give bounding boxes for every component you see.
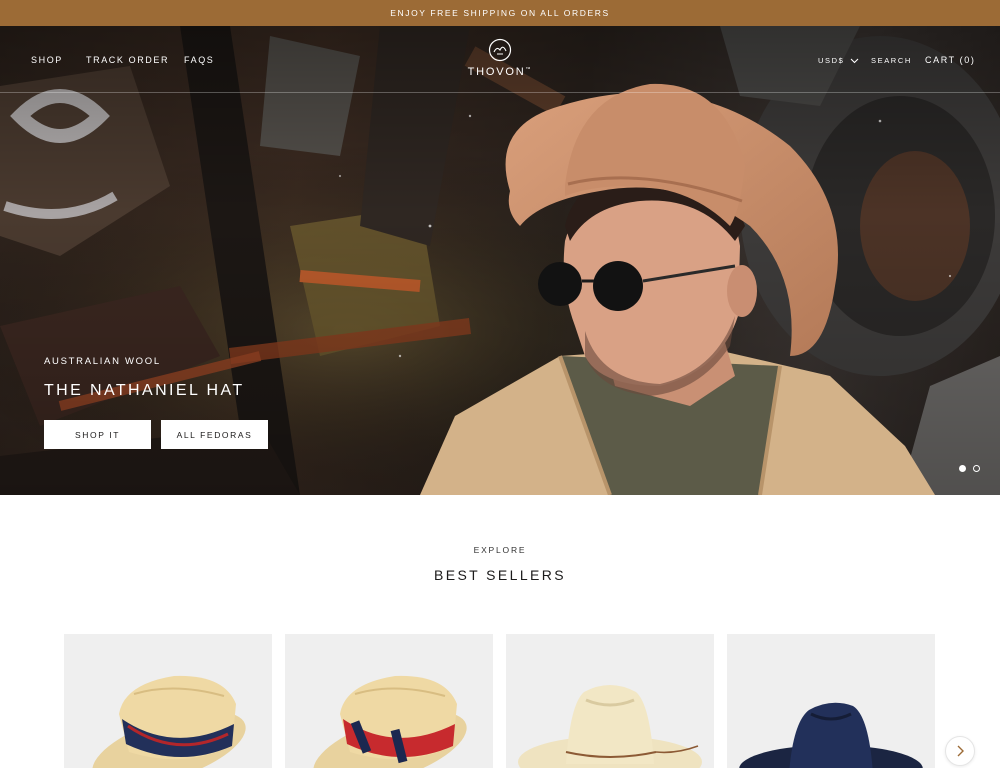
logo-emblem-icon [488,38,512,62]
logo-wordmark: THOVON™ [467,66,533,78]
hero-copy: AUSTRALIAN WOOL THE NATHANIEL HAT SHOP I… [44,356,268,449]
hero-buttons: SHOP IT ALL FEDORAS [44,420,268,449]
all-fedoras-button[interactable]: ALL FEDORAS [161,420,268,449]
section-title: BEST SELLERS [433,567,567,583]
product-card-2[interactable] [285,634,493,768]
straw-boater-red-band-icon [313,675,467,768]
hero-banner: SHOP TRACK ORDER FAQS THOVON™ USD$ SEARC… [0,26,1000,495]
main-navigation: SHOP TRACK ORDER FAQS THOVON™ USD$ SEARC… [0,26,1000,93]
best-sellers-header: EXPLORE BEST SELLERS [0,545,1000,583]
announcement-bar: ENJOY FREE SHIPPING ON ALL ORDERS [0,0,1000,26]
nav-link-track-order[interactable]: TRACK ORDER [86,55,169,65]
section-eyebrow: EXPLORE [473,545,527,555]
cart-link[interactable]: CART (0) [925,55,975,65]
brand-logo[interactable]: THOVON™ [465,38,535,86]
slide-dot-1[interactable] [959,465,966,472]
hero-title: THE NATHANIEL HAT [44,382,245,399]
hero-kicker: AUSTRALIAN WOOL [44,356,161,367]
product-card-4[interactable] [727,634,935,768]
carousel-next-button[interactable] [945,736,975,766]
currency-selector[interactable]: USD$ [818,56,859,65]
search-link[interactable]: SEARCH [871,56,912,65]
navy-fedora-icon [739,702,923,768]
product-card-3[interactable] [506,634,714,768]
shop-it-button[interactable]: SHOP IT [44,420,151,449]
slideshow-dots [959,465,980,472]
straw-fedora-icon [518,685,702,768]
announcement-text: ENJOY FREE SHIPPING ON ALL ORDERS [390,8,610,18]
nav-link-faqs[interactable]: FAQS [184,55,214,65]
chevron-down-icon [851,58,859,64]
chevron-right-icon [957,745,964,757]
slide-dot-2[interactable] [973,465,980,472]
nav-link-shop[interactable]: SHOP [31,55,63,65]
straw-boater-navy-band-icon [92,675,246,768]
product-card-1[interactable] [64,634,272,768]
product-carousel [64,634,935,768]
